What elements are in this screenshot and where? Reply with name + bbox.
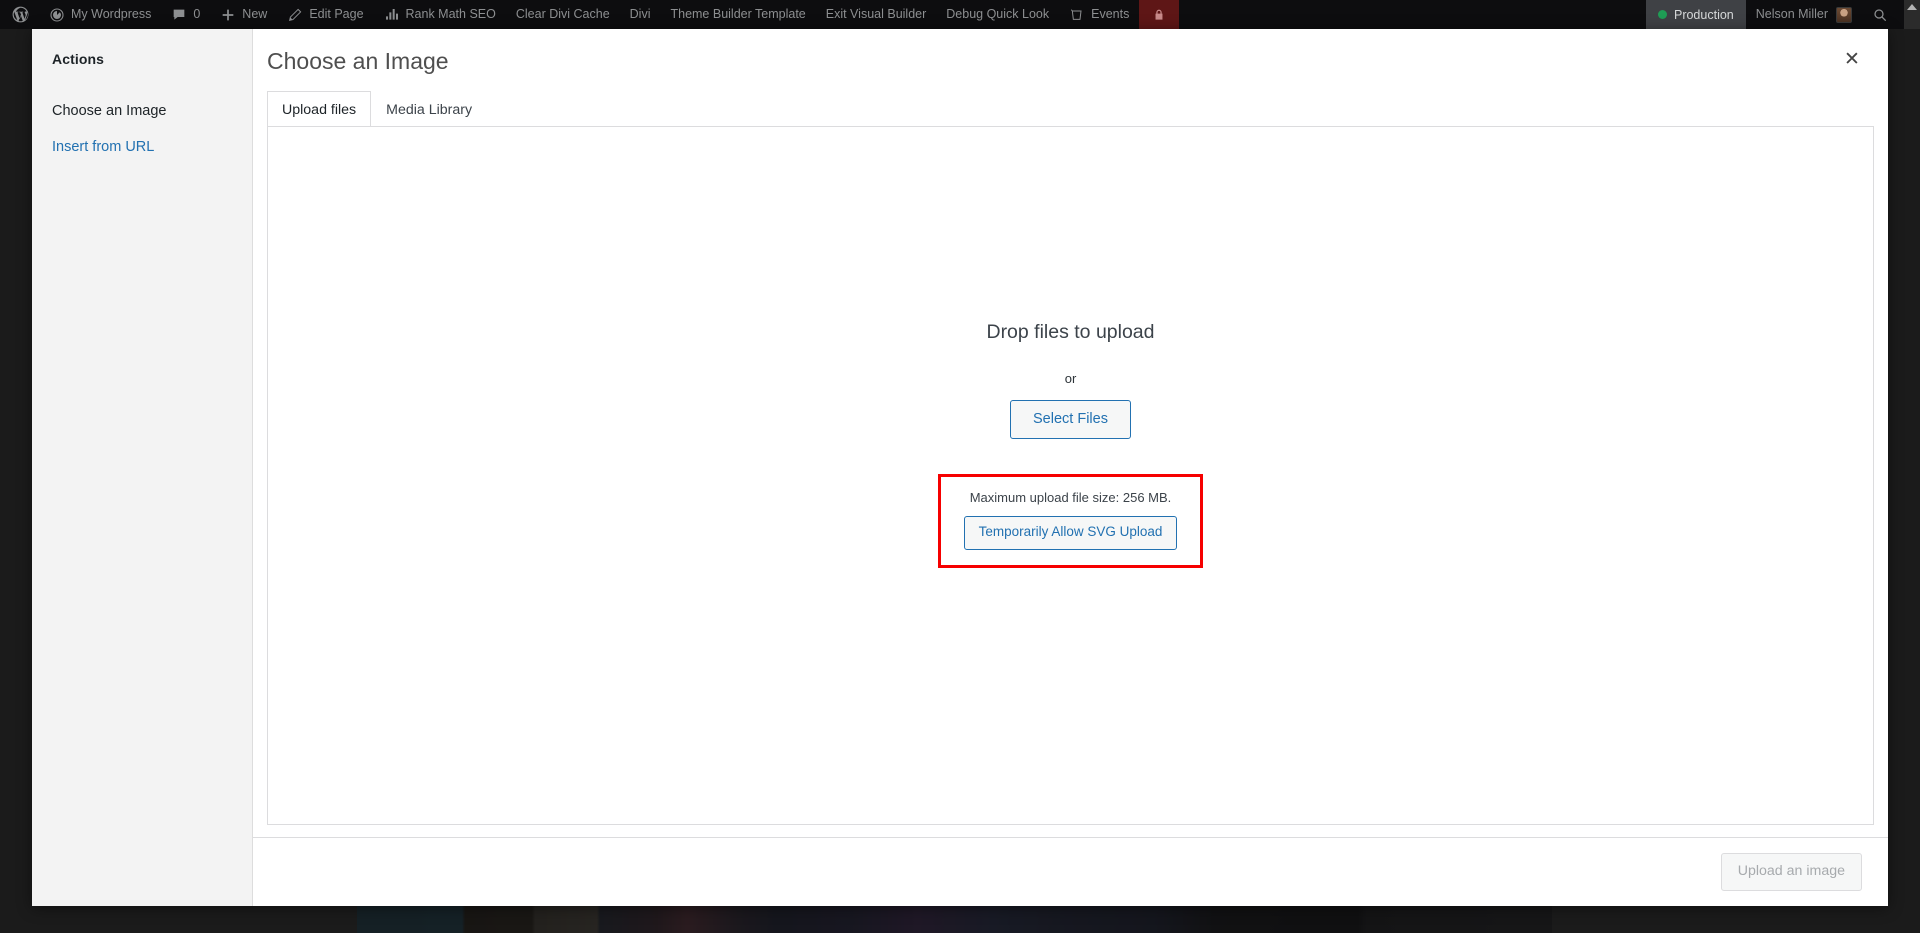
- choose-an-image-modal: Actions Choose an Image Insert from URL …: [32, 29, 1888, 906]
- environment-label: Production: [1673, 7, 1734, 22]
- adminbar-label-theme-builder-template: Theme Builder Template: [670, 7, 806, 22]
- lock-icon: [1151, 7, 1167, 23]
- adminbar-item-theme-builder-template[interactable]: Theme Builder Template: [660, 0, 815, 29]
- upload-dropzone[interactable]: Drop files to upload or Select Files Max…: [267, 126, 1874, 825]
- sidebar-heading-actions: Actions: [52, 51, 105, 67]
- adminbar-spacer: [1179, 0, 1646, 29]
- wordpress-icon: [11, 5, 30, 24]
- adminbar-item-events[interactable]: Events: [1059, 0, 1139, 29]
- modal-header: Choose an Image ✕: [253, 29, 1888, 76]
- sidebar-item-choose-an-image[interactable]: Choose an Image: [32, 94, 252, 130]
- rank-math-icon: [384, 7, 400, 23]
- select-files-button[interactable]: Select Files: [1010, 399, 1131, 440]
- adminbar-item-debug-quick-look[interactable]: Debug Quick Look: [936, 0, 1059, 29]
- adminbar-label-site-name: My Wordpress: [71, 7, 152, 22]
- adminbar-item-lock[interactable]: [1139, 0, 1180, 29]
- adminbar-label-new: New: [242, 7, 268, 22]
- adminbar-item-rank-math-seo[interactable]: Rank Math SEO: [374, 0, 506, 29]
- environment-status-dot: [1657, 10, 1667, 19]
- tab-media-library[interactable]: Media Library: [371, 91, 487, 127]
- adminbar-item-comments[interactable]: 0: [161, 0, 210, 29]
- modal-main-panel: Choose an Image ✕ Upload files Media Lib…: [253, 29, 1888, 906]
- plus-icon: [220, 7, 236, 23]
- modal-sidebar: Actions Choose an Image Insert from URL: [32, 29, 253, 906]
- search-icon: [1872, 7, 1888, 23]
- avatar: [1836, 6, 1852, 23]
- adminbar-environment-badge[interactable]: Production: [1645, 0, 1746, 29]
- adminbar-item-site-name[interactable]: My Wordpress: [39, 0, 161, 29]
- adminbar-item-new-content[interactable]: New: [210, 0, 277, 29]
- adminbar-item-divi[interactable]: Divi: [620, 0, 661, 29]
- upload-an-image-button[interactable]: Upload an image: [1720, 852, 1862, 892]
- chevron-up-icon: [1907, 4, 1917, 10]
- adminbar-item-wp-logo[interactable]: [0, 0, 39, 29]
- max-upload-size-text: Maximum upload file size: 256 MB.: [969, 490, 1172, 506]
- dashboard-icon: [49, 7, 65, 23]
- account-display-name: Nelson Miller: [1755, 7, 1828, 22]
- adminbar-label-events: Events: [1091, 7, 1130, 22]
- adminbar-item-exit-visual-builder[interactable]: Exit Visual Builder: [816, 0, 937, 29]
- adminbar-item-edit-page[interactable]: Edit Page: [277, 0, 373, 29]
- uploader-inline: Drop files to upload or Select Files Max…: [268, 127, 1873, 824]
- temporarily-allow-svg-upload-button[interactable]: Temporarily Allow SVG Upload: [963, 516, 1178, 551]
- scrollbar-up-arrow[interactable]: [1904, 0, 1920, 29]
- adminbar-label-divi: Divi: [629, 7, 651, 22]
- sidebar-item-insert-from-url[interactable]: Insert from URL: [32, 130, 252, 166]
- events-icon: [1069, 7, 1085, 23]
- page-title: Choose an Image: [267, 48, 449, 74]
- adminbar-label-clear-divi-cache: Clear Divi Cache: [515, 7, 610, 22]
- drop-instructions: Drop files to upload: [986, 320, 1155, 343]
- adminbar-label-rank-math-seo: Rank Math SEO: [405, 7, 496, 22]
- svg-upload-highlight-box: Maximum upload file size: 256 MB. Tempor…: [937, 474, 1204, 569]
- pencil-icon: [287, 7, 303, 23]
- adminbar-label-exit-visual-builder: Exit Visual Builder: [825, 7, 927, 22]
- drop-or-separator: or: [1064, 370, 1077, 386]
- tab-upload-files[interactable]: Upload files: [267, 90, 372, 128]
- close-icon[interactable]: ✕: [1830, 37, 1874, 81]
- adminbar-label-edit-page: Edit Page: [309, 7, 364, 22]
- adminbar-item-clear-divi-cache[interactable]: Clear Divi Cache: [506, 0, 620, 29]
- adminbar-item-search[interactable]: [1860, 0, 1904, 29]
- comment-bubble-icon: [171, 7, 187, 23]
- adminbar-label-debug-quick-look: Debug Quick Look: [946, 7, 1050, 22]
- modal-footer: Upload an image: [253, 837, 1888, 906]
- adminbar-label-comment-count: 0: [193, 7, 201, 22]
- adminbar-item-account[interactable]: Nelson Miller: [1746, 0, 1860, 29]
- modal-tabs: Upload files Media Library: [253, 90, 1888, 128]
- wp-admin-bar: My Wordpress 0 New Edit Page Rank Math S…: [0, 0, 1920, 29]
